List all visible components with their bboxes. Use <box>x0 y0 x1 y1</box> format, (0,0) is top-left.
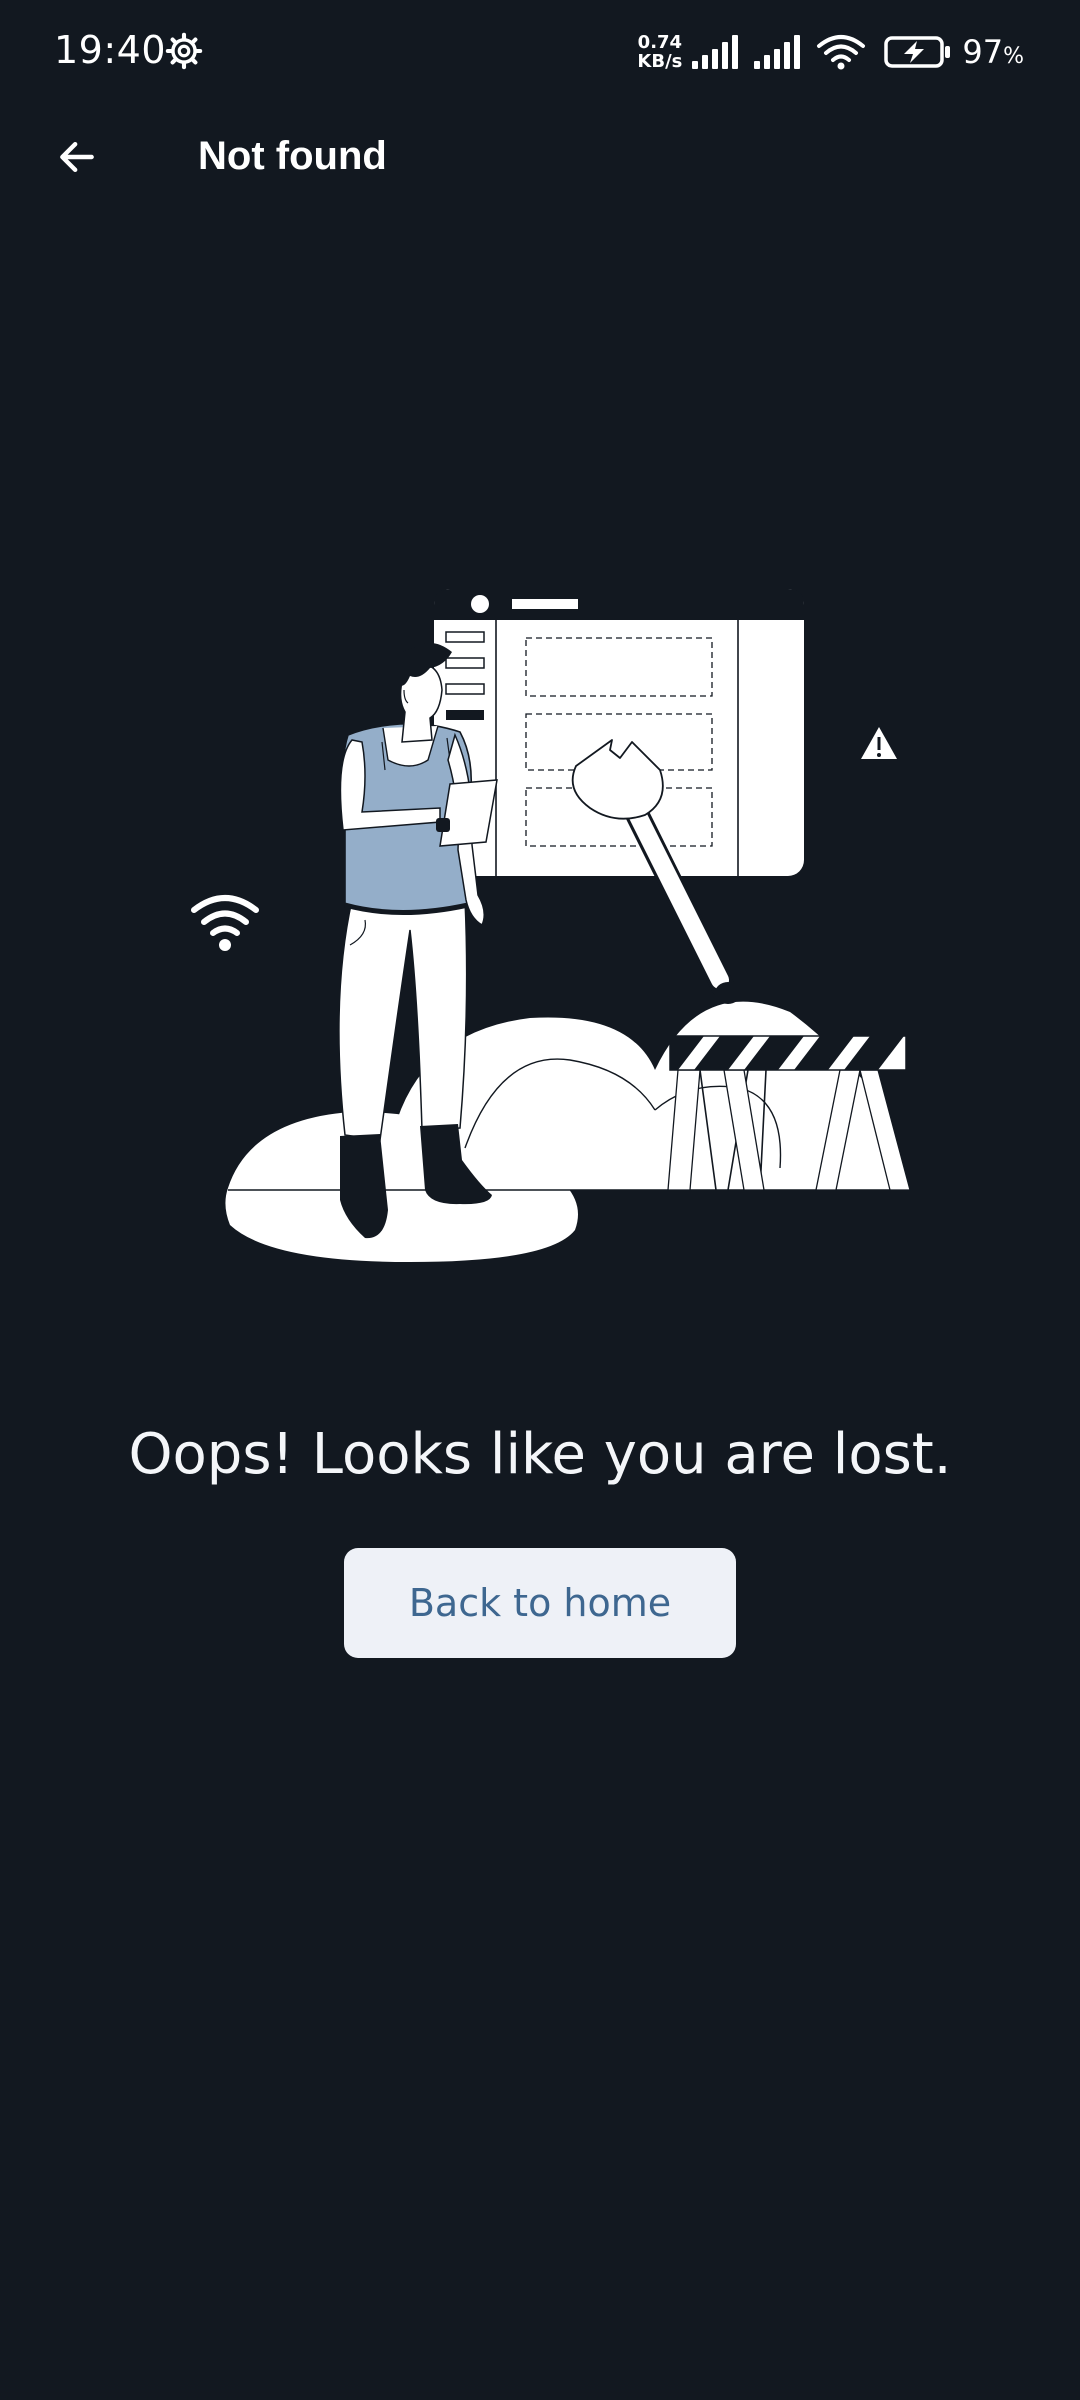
status-bar: 19:40 0.74 KB/s 97% <box>0 0 1080 104</box>
network-speed-unit: KB/s <box>637 51 683 72</box>
lost-illustration <box>191 589 911 1262</box>
not-found-message: Oops! Looks like you are lost. <box>128 1422 952 1487</box>
battery-charging-icon <box>884 36 951 68</box>
wifi-icon <box>817 35 866 70</box>
battery-percent-unit: % <box>1003 44 1024 69</box>
back-button[interactable] <box>40 120 114 194</box>
network-speed: 0.74 KB/s <box>637 33 682 71</box>
arrow-left-icon <box>60 141 94 173</box>
battery: 97% <box>884 33 1024 71</box>
battery-percent-value: 97 <box>962 33 1004 71</box>
cellular-signal-2-icon <box>754 35 801 69</box>
network-speed-value: 0.74 <box>637 32 683 53</box>
cellular-signal-icon <box>692 35 739 69</box>
status-time: 19:40 <box>54 28 167 72</box>
status-icons: 0.74 KB/s 97% <box>637 30 1024 74</box>
back-to-home-button[interactable]: Back to home <box>344 1548 736 1658</box>
page-title: Not found <box>198 134 387 178</box>
settings-gear-icon <box>165 32 203 70</box>
battery-percent: 97% <box>962 33 1024 71</box>
